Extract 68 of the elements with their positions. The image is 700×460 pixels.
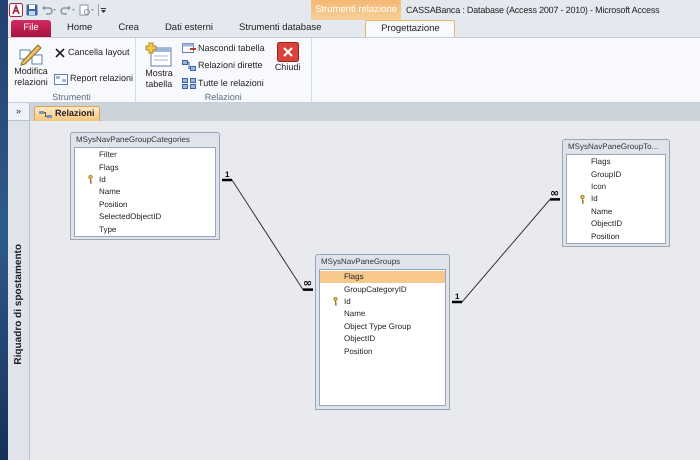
field-row[interactable]: Id <box>567 193 665 206</box>
ribbon-button[interactable]: Nascondi tabella <box>182 42 265 56</box>
relationship-line[interactable] <box>220 178 314 291</box>
close-icon <box>276 42 299 62</box>
direct-relations-icon <box>182 60 196 72</box>
field-row[interactable]: Type <box>75 223 215 236</box>
ribbon-tab[interactable]: Strumenti database <box>229 20 332 37</box>
table-title: MSysNavPaneGroupCategories <box>75 134 191 146</box>
contextual-tab-label: Strumenti relazione <box>311 0 401 20</box>
one-cardinality-label: 1 <box>455 292 460 301</box>
many-cardinality-label: ∞ <box>303 276 312 290</box>
customize-toolbar-icon[interactable] <box>98 4 106 16</box>
report-icon <box>54 74 68 84</box>
field-row[interactable]: Id <box>320 296 445 308</box>
table-title: MSysNavPaneGroupTo... <box>567 141 660 153</box>
table-window[interactable]: MSysNavPaneGroupCategories Filter Flags Id Name Position SelectedObjectID Type <box>70 132 220 240</box>
ribbon-tab[interactable]: Dati esterni <box>154 20 223 37</box>
field-row[interactable]: ObjectID <box>320 332 445 346</box>
ribbon-tab[interactable]: Crea <box>108 20 149 37</box>
nav-pane-toggle[interactable]: » <box>8 103 29 121</box>
ribbon-group-label: Relazioni <box>204 92 243 103</box>
access-logo-icon[interactable] <box>9 3 23 17</box>
save-icon[interactable] <box>26 4 38 16</box>
table-plus-icon <box>145 42 174 68</box>
field-row[interactable]: Flags <box>75 161 215 174</box>
ribbon-tab[interactable]: Home <box>57 20 102 37</box>
ribbon-button[interactable]: Tutte le relazioni <box>182 76 265 90</box>
field-row[interactable]: Object Type Group <box>320 320 445 333</box>
ribbon-button[interactable]: Chiudi <box>266 40 309 73</box>
table-hide-icon <box>182 43 196 54</box>
ribbon-tab[interactable]: Progettazione <box>365 20 456 37</box>
document-tab[interactable]: Relazioni <box>34 106 100 121</box>
redo-icon[interactable] <box>60 4 76 16</box>
field-row[interactable]: GroupID <box>567 168 665 181</box>
field-row[interactable]: Name <box>75 186 215 199</box>
x-icon <box>54 47 66 59</box>
ribbon-button[interactable]: Relazioni dirette <box>182 58 265 73</box>
field-row[interactable]: ObjectID <box>567 218 665 230</box>
field-row[interactable]: GroupCategoryID <box>320 283 445 296</box>
field-row[interactable]: Icon <box>567 180 665 194</box>
all-relations-icon <box>182 78 196 89</box>
ribbon-button[interactable]: Report relazioni <box>54 72 134 86</box>
field-row[interactable]: Id <box>75 174 215 186</box>
ribbon-button[interactable]: Cancella layout <box>54 46 134 60</box>
nav-pane-title[interactable]: Riquadro di spostamento <box>11 244 26 365</box>
one-cardinality-label: 1 <box>225 170 230 179</box>
pencil-table-icon <box>18 42 44 66</box>
field-row[interactable]: Position <box>320 345 445 358</box>
relationship-line[interactable] <box>450 198 562 304</box>
file-tab[interactable]: File <box>11 20 51 37</box>
window-title: CASSABanca : Database (Access 2007 - 2010) - Microsoft Access <box>406 4 660 17</box>
table-title: MSysNavPaneGroups <box>320 256 402 268</box>
field-row[interactable]: Position <box>75 198 215 211</box>
field-row[interactable]: Position <box>567 230 665 243</box>
table-window[interactable]: MSysNavPaneGroupTo... Flags GroupID Icon Id Name ObjectID Position <box>562 139 670 247</box>
ribbon-button[interactable]: Mostra tabella <box>138 40 180 90</box>
field-row[interactable]: Flags <box>320 271 445 284</box>
many-cardinality-label: ∞ <box>550 186 560 200</box>
field-row[interactable]: Name <box>320 308 445 321</box>
field-row[interactable]: Filter <box>75 149 215 162</box>
table-window[interactable]: MSysNavPaneGroups Flags GroupCategoryID Id Name Object Type Group ObjectID Position <box>315 254 450 410</box>
field-row[interactable]: Name <box>567 206 665 218</box>
field-row[interactable]: Flags <box>567 156 665 168</box>
field-row[interactable]: SelectedObjectID <box>75 210 215 224</box>
relationship-icon <box>39 110 52 118</box>
ribbon-group-label: Strumenti <box>51 92 92 103</box>
ribbon-button[interactable]: Modifica relazioni <box>10 40 52 88</box>
undo-icon[interactable] <box>41 4 57 16</box>
